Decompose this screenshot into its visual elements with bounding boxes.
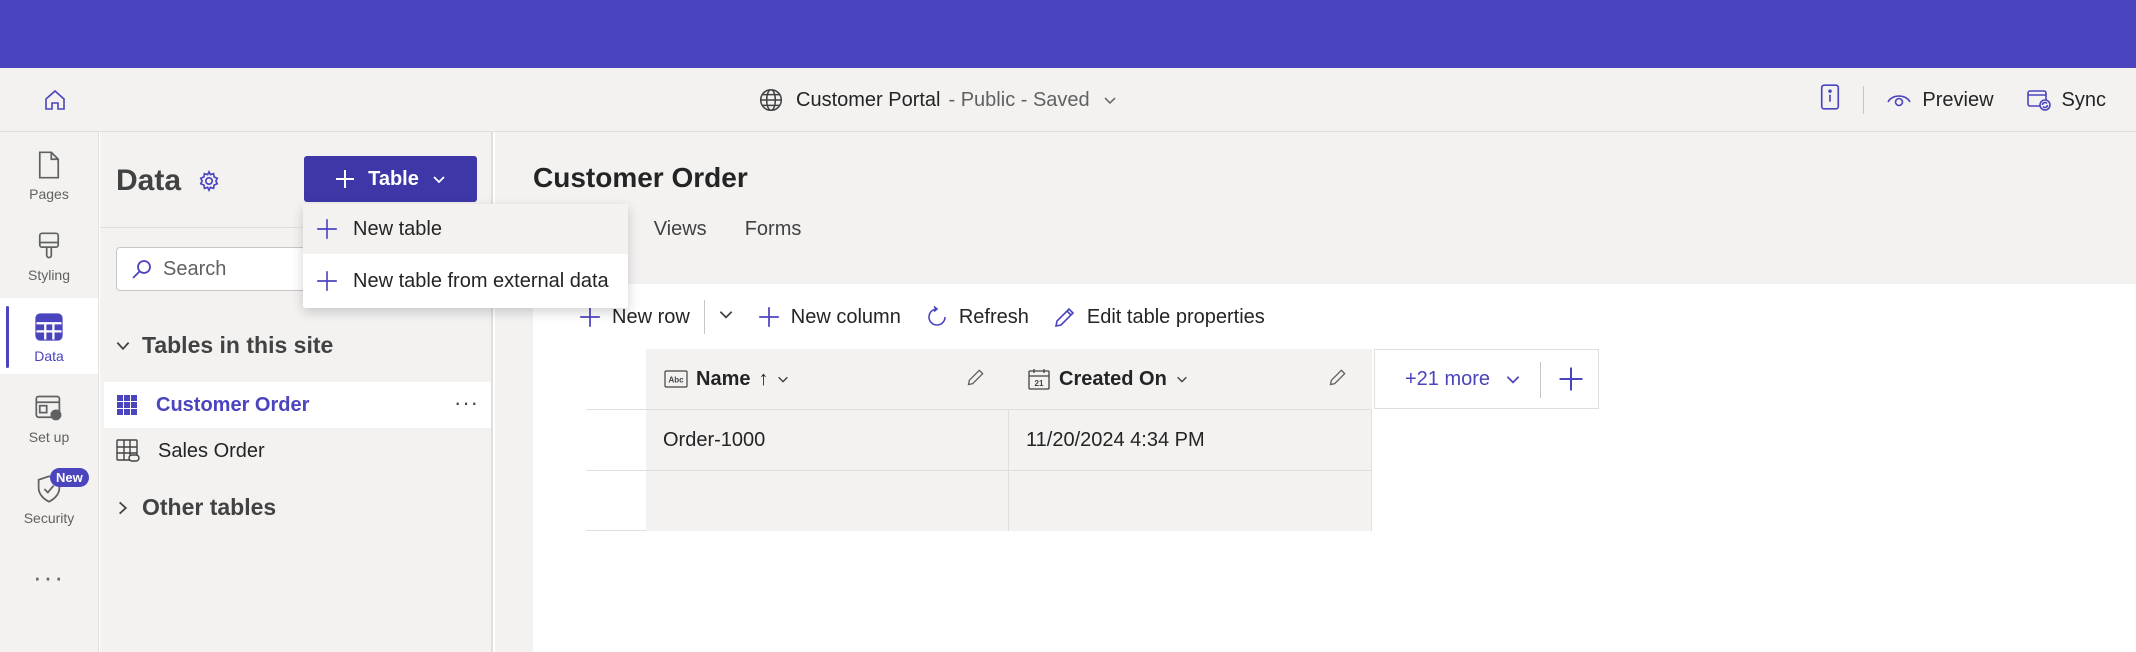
edit-table-properties-button[interactable]: Edit table properties [1053, 305, 1265, 329]
edit-icon [1329, 369, 1346, 386]
search-placeholder: Search [163, 257, 227, 280]
table-item-customer-order[interactable]: Customer Order ··· [104, 382, 491, 428]
plus-icon [317, 271, 337, 291]
more-columns-button[interactable]: +21 more [1405, 368, 1522, 391]
home-icon [45, 89, 65, 110]
table-dropdown-menu: New table New table from external data [303, 204, 628, 308]
tab-forms[interactable]: Forms [745, 216, 802, 262]
chevron-down-icon [1104, 97, 1116, 105]
rail-more-button[interactable]: ··· [0, 562, 98, 593]
pencil-icon [1054, 307, 1075, 328]
rail-item-security[interactable]: Security New [0, 460, 98, 536]
refresh-icon [928, 305, 946, 326]
divider [1863, 86, 1865, 114]
plus-icon [758, 307, 779, 327]
plus-icon [317, 219, 337, 239]
plus-icon [336, 170, 355, 188]
new-row-button[interactable]: New row [578, 305, 690, 329]
gear-icon [199, 169, 219, 193]
page-icon [38, 151, 60, 179]
column-header-name[interactable]: Abc Name ↑ [646, 349, 1009, 409]
cell-name[interactable] [646, 471, 1009, 531]
table-toolbar: New row New column Refresh Edit table pr… [578, 300, 1265, 334]
cell-name[interactable]: Order-1000 [646, 410, 1009, 470]
column-edit-button[interactable] [1328, 367, 1348, 392]
site-title-selector[interactable]: Customer Portal - Public - Saved [758, 84, 1118, 116]
cell-created-on[interactable]: 11/20/2024 4:34 PM [1009, 410, 1372, 470]
chevron-down-icon [778, 376, 789, 383]
rail-item-styling[interactable]: Styling [0, 217, 98, 293]
rail-item-pages[interactable]: Pages [0, 136, 98, 212]
more-actions-button[interactable]: ··· [454, 390, 479, 416]
search-icon [132, 260, 151, 279]
svg-text:21: 21 [1035, 379, 1044, 388]
preview-label: Preview [1922, 88, 1994, 111]
rail-item-setup[interactable]: Set up [0, 379, 98, 455]
table-item-sales-order[interactable]: Sales Order [104, 428, 491, 474]
menu-item-new-table-external[interactable]: New table from external data [303, 256, 628, 306]
tab-views[interactable]: Views [654, 216, 707, 262]
add-table-button[interactable]: Table [304, 156, 477, 202]
chevron-right-icon [119, 501, 128, 514]
chevron-down-icon [433, 176, 445, 184]
column-header-created-on[interactable]: 21 Created On [1009, 349, 1372, 409]
globe-icon [759, 88, 783, 112]
add-table-label: Table [368, 167, 419, 190]
paintbrush-icon [38, 232, 60, 259]
add-column-button[interactable] [1557, 365, 1585, 398]
table-row[interactable] [586, 470, 1372, 531]
top-brand-bar [0, 0, 2136, 68]
menu-item-new-table[interactable]: New table [303, 204, 628, 254]
eye-icon [1887, 95, 1912, 107]
preview-button[interactable]: Preview [1886, 88, 1994, 112]
search-input[interactable]: Search [116, 247, 316, 291]
edit-icon [967, 369, 984, 386]
section-tables-in-site[interactable]: Tables in this site [114, 332, 333, 359]
chevron-down-icon [1506, 376, 1520, 384]
panel-title: Data [116, 164, 182, 197]
rail-item-data[interactable]: Data [0, 298, 98, 374]
table-row[interactable]: Order-1000 11/20/2024 4:34 PM [586, 409, 1372, 470]
calendar-icon: 21 [1028, 369, 1050, 390]
home-button[interactable] [36, 82, 74, 118]
page-title: Customer Order [533, 162, 748, 193]
main-header: Customer Order ta Views Forms [495, 132, 2136, 284]
chevron-down-icon [719, 311, 733, 319]
divider [1540, 362, 1541, 398]
new-badge: New [50, 468, 89, 487]
table-icon [35, 313, 63, 341]
new-row-menu-button[interactable] [717, 305, 735, 329]
text-type-icon: Abc [664, 370, 688, 388]
chevron-down-icon [116, 341, 130, 350]
column-edit-button[interactable] [966, 367, 986, 392]
sync-icon [2026, 90, 2051, 111]
table-icon [117, 395, 137, 415]
divider [703, 300, 705, 334]
plus-icon [1559, 367, 1583, 391]
plus-icon [580, 307, 600, 327]
sync-button[interactable]: Sync [2026, 88, 2106, 112]
chevron-down-icon [1176, 376, 1187, 383]
table-link-icon [116, 439, 140, 462]
new-column-button[interactable]: New column [757, 305, 901, 329]
settings-button[interactable] [198, 169, 220, 197]
info-button[interactable] [1819, 84, 1841, 116]
sync-label: Sync [2061, 88, 2106, 111]
more-columns-control: +21 more [1374, 349, 1599, 409]
section-other-tables[interactable]: Other tables [114, 494, 276, 521]
site-status: - Public - Saved [948, 88, 1090, 111]
command-bar: Customer Portal - Public - Saved Preview… [0, 68, 2136, 132]
refresh-button[interactable]: Refresh [925, 305, 1029, 329]
command-bar-actions: Preview Sync [1819, 82, 2106, 118]
left-navigation-rail: Pages Styling Data Set up Security New ·… [0, 132, 99, 652]
grid-header: Abc Name ↑ 21 Created On [646, 349, 1372, 409]
sort-ascending-icon: ↑ [758, 367, 769, 390]
site-name: Customer Portal [796, 88, 941, 111]
cell-created-on[interactable] [1009, 471, 1372, 531]
left-gutter [495, 284, 533, 652]
setup-icon [35, 395, 62, 421]
svg-text:Abc: Abc [668, 376, 684, 385]
info-icon [1821, 84, 1840, 110]
